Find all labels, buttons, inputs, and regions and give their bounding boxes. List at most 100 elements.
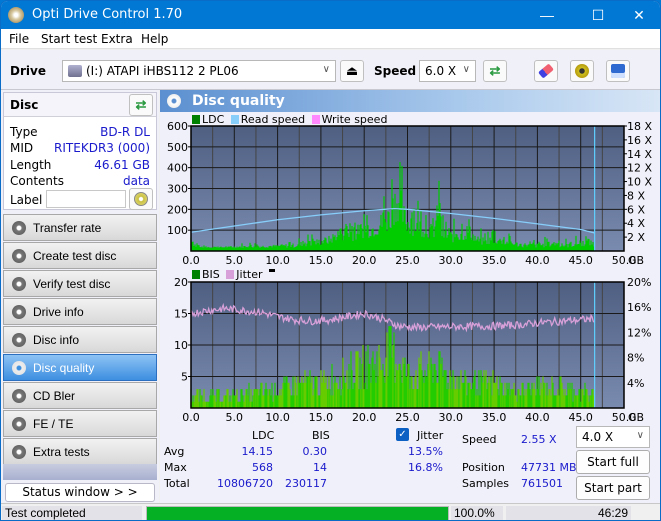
nav-item-label: CD Bler (33, 389, 76, 403)
disc-mid-value: RITEKDR3 (000) (54, 141, 150, 155)
status-window-button[interactable]: Status window > > (5, 483, 155, 502)
y-tick-label: 600 (167, 120, 188, 133)
nav-item-create-test-disc[interactable]: Create test disc (3, 242, 157, 269)
disc-nav-icon (12, 389, 26, 403)
panel-title: Disc quality (192, 93, 285, 109)
test-speed-select[interactable]: 4.0 X ∨ (576, 426, 650, 448)
disc-label-button[interactable] (129, 188, 153, 210)
stats-col-jitter: Jitter (417, 429, 444, 442)
y2-tick-label: 10 X (627, 176, 652, 189)
x-tick-label: 10.0 (265, 254, 290, 267)
speed-value: 2.55 X (521, 433, 557, 446)
stats-col-bis: BIS (312, 429, 330, 442)
position-label: Position (462, 461, 505, 474)
stats-avg-ldc: 14.15 (241, 445, 274, 458)
nav-item-label: Disc quality (33, 361, 95, 375)
minimize-button[interactable]: — (524, 1, 570, 29)
floppy-icon (611, 64, 625, 78)
stats-col-ldc: LDC (252, 429, 275, 442)
refresh-button[interactable]: ⇄ (483, 60, 507, 82)
y2-tick-label: 20% (627, 276, 651, 289)
samples-label: Samples (462, 477, 509, 490)
y2-tick-label: 4 X (627, 217, 645, 230)
x-tick-label: 0.0 (182, 411, 200, 424)
disc-nav-icon (12, 445, 26, 459)
nav-item-verify-test-disc[interactable]: Verify test disc (3, 270, 157, 297)
toolbar: Drive (I:) ATAPI iHBS112 2 PL06 ∨ ⏏ Spee… (1, 50, 660, 90)
erase-button[interactable] (534, 60, 558, 82)
y2-tick-label: 18 X (627, 120, 652, 133)
disc-label-input[interactable] (46, 190, 126, 208)
eject-button[interactable]: ⏏ (340, 60, 364, 82)
menu-extra[interactable]: Extra (101, 32, 133, 46)
close-button[interactable]: ✕ (616, 1, 660, 29)
menu-file[interactable]: File (9, 32, 29, 46)
menu-help[interactable]: Help (141, 32, 168, 46)
nav-item-cd-bler[interactable]: CD Bler (3, 382, 157, 409)
x-tick-label: 30.0 (439, 254, 464, 267)
test-speed-value: 4.0 X (582, 430, 614, 444)
disc-nav-icon (12, 221, 26, 235)
stats-avg-label: Avg (164, 445, 185, 458)
nav-item-label: Drive info (33, 305, 84, 319)
x-tick-label: 35.0 (482, 411, 507, 424)
x-tick-label: 35.0 (482, 254, 507, 267)
disc-refresh-button[interactable]: ⇄ (129, 94, 153, 116)
disc-nav-icon (12, 277, 26, 291)
progress-text: 100.0% (451, 506, 503, 520)
x-tick-label: 25.0 (395, 411, 420, 424)
y-tick-label: 500 (167, 141, 188, 154)
x-axis-unit: GB (628, 254, 644, 267)
save-button[interactable] (606, 60, 630, 82)
disc-header-label: Disc (10, 98, 39, 112)
nav-spacer (3, 464, 157, 480)
disc-nav-icon (12, 305, 26, 319)
start-part-button[interactable]: Start part (576, 476, 650, 500)
x-tick-label: 15.0 (309, 411, 334, 424)
y-tick-label: 15 (174, 308, 188, 321)
position-value: 47731 MB (521, 461, 577, 474)
x-tick-label: 30.0 (439, 411, 464, 424)
nav-item-drive-info[interactable]: Drive info (3, 298, 157, 325)
disc-nav-icon (12, 249, 26, 263)
stats-max-label: Max (164, 461, 187, 474)
stats-total-bis: 230117 (285, 477, 327, 490)
y2-tick-label: 4% (627, 377, 644, 390)
title-bar: Opti Drive Control 1.70 — ☐ ✕ (1, 1, 660, 29)
disc-nav-icon (12, 333, 26, 347)
nav-item-transfer-rate[interactable]: Transfer rate (3, 214, 157, 241)
menu-bar: File Start test Extra Help (1, 29, 660, 49)
progress-bar (146, 506, 449, 520)
x-tick-label: 5.0 (226, 411, 244, 424)
nav-item-label: Create test disc (33, 249, 117, 263)
drive-value: (I:) ATAPI iHBS112 2 PL06 (86, 64, 239, 78)
nav-item-disc-quality[interactable]: Disc quality (3, 354, 157, 381)
nav-item-label: FE / TE (33, 417, 74, 431)
y-tick-label: 100 (167, 224, 188, 237)
settings-button[interactable] (570, 60, 594, 82)
drive-select[interactable]: (I:) ATAPI iHBS112 2 PL06 ∨ (62, 60, 336, 82)
y-tick-label: 5 (181, 371, 188, 384)
disc-length-label: Length (10, 158, 52, 172)
progress-fill (147, 507, 448, 520)
x-tick-label: 45.0 (568, 411, 593, 424)
nav-item-extra-tests[interactable]: Extra tests (3, 438, 157, 465)
speed-select[interactable]: 6.0 X ∨ (419, 60, 476, 82)
maximize-button[interactable]: ☐ (575, 1, 621, 29)
stats-total-ldc: 10806720 (217, 477, 273, 490)
menu-start-test[interactable]: Start test (41, 32, 97, 46)
y2-tick-label: 6 X (627, 203, 645, 216)
nav-item-fe-te[interactable]: FE / TE (3, 410, 157, 437)
jitter-checkbox[interactable]: ✓ (396, 428, 409, 441)
nav-item-disc-info[interactable]: Disc info (3, 326, 157, 353)
x-tick-label: 25.0 (395, 254, 420, 267)
speed-label: Speed (374, 64, 417, 78)
y-tick-label: 20 (174, 276, 188, 289)
stats-avg-jitter: 13.5% (408, 445, 443, 458)
speed-value: 6.0 X (425, 64, 457, 78)
disc-quality-icon (167, 94, 181, 108)
stats-max-ldc: 568 (252, 461, 273, 474)
x-axis-unit: GB (628, 411, 644, 424)
start-full-button[interactable]: Start full (576, 450, 650, 474)
samples-value: 761501 (521, 477, 563, 490)
